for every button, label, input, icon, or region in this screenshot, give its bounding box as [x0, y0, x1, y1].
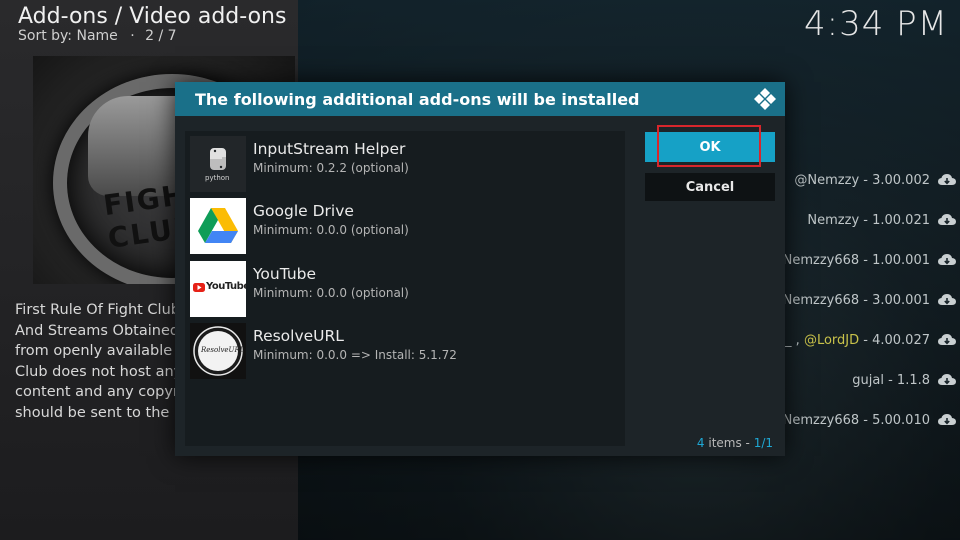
- kodi-logo-icon: [753, 87, 777, 111]
- list-item[interactable]: Nemzzy - 1.00.021: [807, 210, 956, 230]
- install-dependencies-dialog: The following additional add-ons will be…: [175, 82, 785, 456]
- list-item[interactable]: Nemzzy668 - 1.00.001: [783, 250, 956, 270]
- description-line: Club does not host any c: [15, 363, 185, 380]
- ok-highlight-box: [657, 125, 761, 167]
- cancel-button[interactable]: Cancel: [645, 173, 775, 201]
- clock: 4:34 PM: [804, 4, 948, 44]
- items-count: 4 items - 1/1: [696, 436, 773, 450]
- dialog-title: The following additional add-ons will be…: [195, 89, 640, 109]
- cloud-download-icon: [938, 253, 956, 267]
- cloud-download-icon: [938, 333, 956, 347]
- google-drive-icon: [190, 198, 246, 254]
- cloud-download-icon: [938, 293, 956, 307]
- list-item[interactable]: Nemzzy668 - 3.00.001: [783, 290, 956, 310]
- list-item[interactable]: gujal - 1.1.8: [852, 370, 956, 390]
- list-item[interactable]: @Nemzzy - 3.00.002: [794, 170, 956, 190]
- addon-description: First Rule Of Fight Club.. And Streams O…: [15, 300, 185, 423]
- item-subtitle: Minimum: 0.2.2 (optional): [253, 161, 409, 175]
- resolveurl-icon-text: ResolveURL: [201, 346, 245, 354]
- cloud-download-icon: [938, 373, 956, 387]
- item-title: Google Drive: [253, 202, 354, 220]
- description-line: from openly available so: [15, 343, 185, 359]
- sort-label: Sort by: Name: [18, 28, 118, 44]
- item-subtitle: Minimum: 0.0.0 (optional): [253, 223, 409, 237]
- addon-list: python InputStream Helper Minimum: 0.2.2…: [185, 131, 625, 446]
- youtube-icon: YouTube: [190, 261, 246, 317]
- sort-line[interactable]: Sort by: Name · 2 / 7: [18, 28, 177, 44]
- cloud-download-icon: [938, 213, 956, 227]
- description-line: content and any copyrig: [15, 384, 185, 400]
- python-icon: python: [190, 136, 246, 192]
- list-item[interactable]: YouTube YouTube Minimum: 0.0.0 (optional…: [190, 261, 620, 317]
- description-line: First Rule Of Fight Club..: [15, 302, 185, 318]
- item-subtitle: Minimum: 0.0.0 => Install: 5.1.72: [253, 348, 457, 362]
- description-line: And Streams Obtained u: [15, 322, 185, 339]
- item-title: InputStream Helper: [253, 140, 406, 158]
- list-position: 2 / 7: [145, 28, 177, 44]
- sort-separator: ·: [130, 28, 135, 44]
- item-title: ResolveURL: [253, 327, 344, 345]
- dialog-header: The following additional add-ons will be…: [175, 82, 785, 116]
- list-item[interactable]: Nemzzy668 - 5.00.010: [783, 410, 956, 430]
- cloud-download-icon: [938, 173, 956, 187]
- resolveurl-icon: ResolveURL: [190, 323, 246, 379]
- list-item[interactable]: ResolveURL ResolveURL Minimum: 0.0.0 => …: [190, 323, 620, 379]
- youtube-icon-text: YouTube: [206, 281, 246, 292]
- item-title: YouTube: [253, 265, 317, 283]
- description-line: should be sent to the ho: [15, 404, 185, 421]
- python-icon-text: python: [205, 174, 230, 182]
- list-item[interactable]: python InputStream Helper Minimum: 0.2.2…: [190, 136, 620, 192]
- item-subtitle: Minimum: 0.0.0 (optional): [253, 286, 409, 300]
- cloud-download-icon: [938, 413, 956, 427]
- list-item[interactable]: Google Drive Minimum: 0.0.0 (optional): [190, 198, 620, 254]
- breadcrumb: Add-ons / Video add-ons: [18, 4, 287, 29]
- list-item[interactable]: c_ , @LordJD - 4.00.027: [778, 330, 956, 350]
